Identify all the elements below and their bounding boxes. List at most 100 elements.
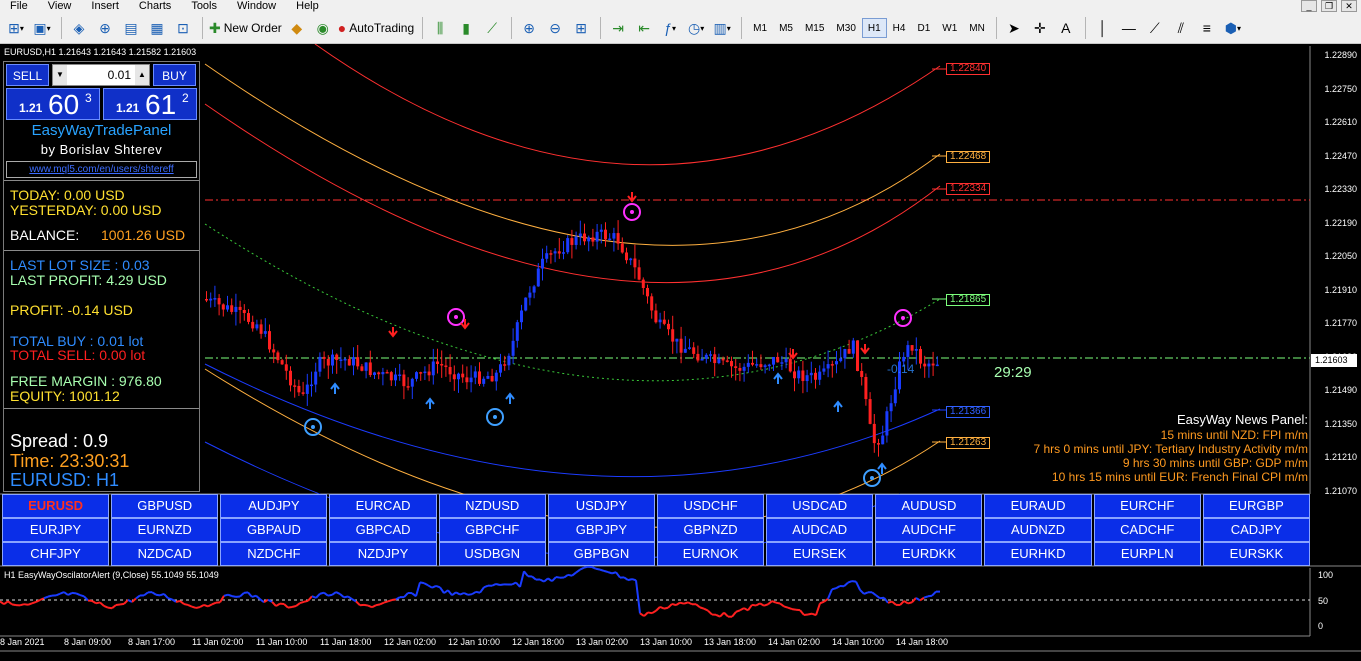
tf-m15[interactable]: M15	[799, 18, 830, 38]
candle-body	[238, 306, 242, 310]
templates-button[interactable]: ▥ ▾	[710, 16, 734, 40]
close-icon[interactable]: ✕	[1341, 0, 1357, 12]
cursor-button[interactable]: ➤	[1002, 16, 1026, 40]
fibonacci-button[interactable]: ≡	[1195, 16, 1219, 40]
buy-button[interactable]: BUY	[153, 64, 196, 86]
symbol-button-eursek[interactable]: EURSEK	[766, 542, 874, 566]
symbol-button-eurchf[interactable]: EURCHF	[1093, 494, 1201, 518]
horizontal-line-button[interactable]: —	[1117, 16, 1141, 40]
menu-window[interactable]: Window	[227, 0, 286, 13]
symbol-button-cadjpy[interactable]: CADJPY	[1202, 518, 1310, 542]
tf-m5[interactable]: M5	[773, 18, 799, 38]
terminal-button[interactable]: ▦	[145, 16, 169, 40]
autotrading-button[interactable]: ● AutoTrading	[337, 16, 415, 40]
periods-button[interactable]: ◷ ▾	[684, 16, 708, 40]
symbol-button-eurjpy[interactable]: EURJPY	[2, 518, 110, 542]
vertical-line-button[interactable]: │	[1091, 16, 1115, 40]
symbol-button-audnzd[interactable]: AUDNZD	[984, 518, 1092, 542]
market-watch-button[interactable]: ◈	[67, 16, 91, 40]
bar-chart-button[interactable]: ⫼	[428, 16, 452, 40]
author-link[interactable]: www.mql5.com/en/users/shtereff	[6, 161, 197, 178]
symbol-button-gbpaud[interactable]: GBPAUD	[220, 518, 328, 542]
menu-insert[interactable]: Insert	[81, 0, 129, 13]
trendline-button[interactable]: ⟋	[1143, 16, 1167, 40]
zoom-in-button[interactable]: ⊕	[517, 16, 541, 40]
symbol-button-eurdkk[interactable]: EURDKK	[875, 542, 983, 566]
navigator-button[interactable]: ▤	[119, 16, 143, 40]
symbol-button-nzdjpy[interactable]: NZDJPY	[329, 542, 437, 566]
profiles-button[interactable]: ▣ ▾	[30, 16, 54, 40]
channel-button[interactable]: ⫽	[1169, 16, 1193, 40]
tf-m30[interactable]: M30	[830, 18, 861, 38]
zoom-out-button[interactable]: ⊖	[543, 16, 567, 40]
symbol-button-nzdusd[interactable]: NZDUSD	[438, 494, 546, 518]
line-chart-button[interactable]: ⟋	[480, 16, 504, 40]
tf-h1[interactable]: H1	[861, 18, 887, 38]
tester-button[interactable]: ⊡	[171, 16, 195, 40]
symbol-button-gbpjpy[interactable]: GBPJPY	[547, 518, 655, 542]
buy-price-button[interactable]: 1.21 61 2	[103, 88, 197, 120]
menu-help[interactable]: Help	[286, 0, 329, 13]
crosshair-button[interactable]: ✛	[1028, 16, 1052, 40]
shapes-button[interactable]: ⬢ ▾	[1221, 16, 1245, 40]
symbol-button-eurskk[interactable]: EURSKK	[1202, 542, 1310, 566]
restore-icon[interactable]: ❐	[1321, 0, 1337, 12]
candle-body	[398, 374, 402, 377]
symbol-button-eurnzd[interactable]: EURNZD	[111, 518, 219, 542]
minimize-icon[interactable]: _	[1301, 0, 1317, 12]
symbol-button-gbpbgn[interactable]: GBPBGN	[547, 542, 655, 566]
sell-button[interactable]: SELL	[6, 64, 49, 86]
symbol-button-euraud[interactable]: EURAUD	[984, 494, 1092, 518]
tf-mn[interactable]: MN	[963, 18, 991, 38]
symbol-button-nzdchf[interactable]: NZDCHF	[220, 542, 328, 566]
sell-price-button[interactable]: 1.21 60 3	[6, 88, 100, 120]
autoscroll-button[interactable]: ⇥	[606, 16, 630, 40]
lot-increase-icon[interactable]: ▲	[135, 65, 149, 85]
symbol-button-audcad[interactable]: AUDCAD	[766, 518, 874, 542]
symbol-button-gbpcad[interactable]: GBPCAD	[329, 518, 437, 542]
metaeditor-button[interactable]: ◆	[285, 16, 309, 40]
tf-h4[interactable]: H4	[887, 18, 912, 38]
new-chart-button[interactable]: ⊞ ▾	[4, 16, 28, 40]
lot-decrease-icon[interactable]: ▼	[53, 65, 67, 85]
candlestick-button[interactable]: ▮	[454, 16, 478, 40]
osc-segment	[31, 601, 37, 605]
data-window-button[interactable]: ⊕	[93, 16, 117, 40]
tf-m1[interactable]: M1	[747, 18, 773, 38]
symbol-button-audusd[interactable]: AUDUSD	[875, 494, 983, 518]
symbol-button-gbpnzd[interactable]: GBPNZD	[656, 518, 765, 542]
tf-d1[interactable]: D1	[911, 18, 936, 38]
menu-tools[interactable]: Tools	[181, 0, 227, 13]
symbol-button-cadchf[interactable]: CADCHF	[1093, 518, 1201, 542]
symbol-button-chfjpy[interactable]: CHFJPY	[2, 542, 110, 566]
symbol-button-eurnok[interactable]: EURNOK	[656, 542, 765, 566]
symbol-button-audjpy[interactable]: AUDJPY	[220, 494, 328, 518]
candle-body	[331, 354, 334, 366]
symbol-button-usdbgn[interactable]: USDBGN	[438, 542, 546, 566]
symbol-button-eurusd[interactable]: EURUSD	[2, 494, 110, 518]
lot-size-input[interactable]: 0.01	[67, 68, 135, 82]
text-tool-button[interactable]: A	[1054, 16, 1078, 40]
menu-view[interactable]: View	[38, 0, 82, 13]
signals-button[interactable]: ◉	[311, 16, 335, 40]
symbol-button-nzdcad[interactable]: NZDCAD	[111, 542, 219, 566]
tile-windows-button[interactable]: ⊞	[569, 16, 593, 40]
menu-file[interactable]: File	[0, 0, 38, 13]
menu-charts[interactable]: Charts	[129, 0, 181, 13]
chart-shift-button[interactable]: ⇤	[632, 16, 656, 40]
new-order-button[interactable]: ✚ New Order	[208, 16, 283, 40]
symbol-button-eurhkd[interactable]: EURHKD	[984, 542, 1092, 566]
symbol-button-gbpchf[interactable]: GBPCHF	[438, 518, 546, 542]
lot-size-stepper[interactable]: ▼ 0.01 ▲	[52, 64, 150, 86]
symbol-button-gbpusd[interactable]: GBPUSD	[111, 494, 219, 518]
symbol-button-eurcad[interactable]: EURCAD	[329, 494, 437, 518]
symbol-button-usdchf[interactable]: USDCHF	[656, 494, 765, 518]
tf-w1[interactable]: W1	[936, 18, 963, 38]
symbol-button-usdcad[interactable]: USDCAD	[766, 494, 874, 518]
indicators-button[interactable]: ƒ ▾	[658, 16, 682, 40]
symbol-button-eurgbp[interactable]: EURGBP	[1202, 494, 1310, 518]
symbol-button-audchf[interactable]: AUDCHF	[875, 518, 983, 542]
symbol-button-eurpln[interactable]: EURPLN	[1093, 542, 1201, 566]
price-chart[interactable]	[0, 44, 1361, 661]
symbol-button-usdjpy[interactable]: USDJPY	[547, 494, 655, 518]
